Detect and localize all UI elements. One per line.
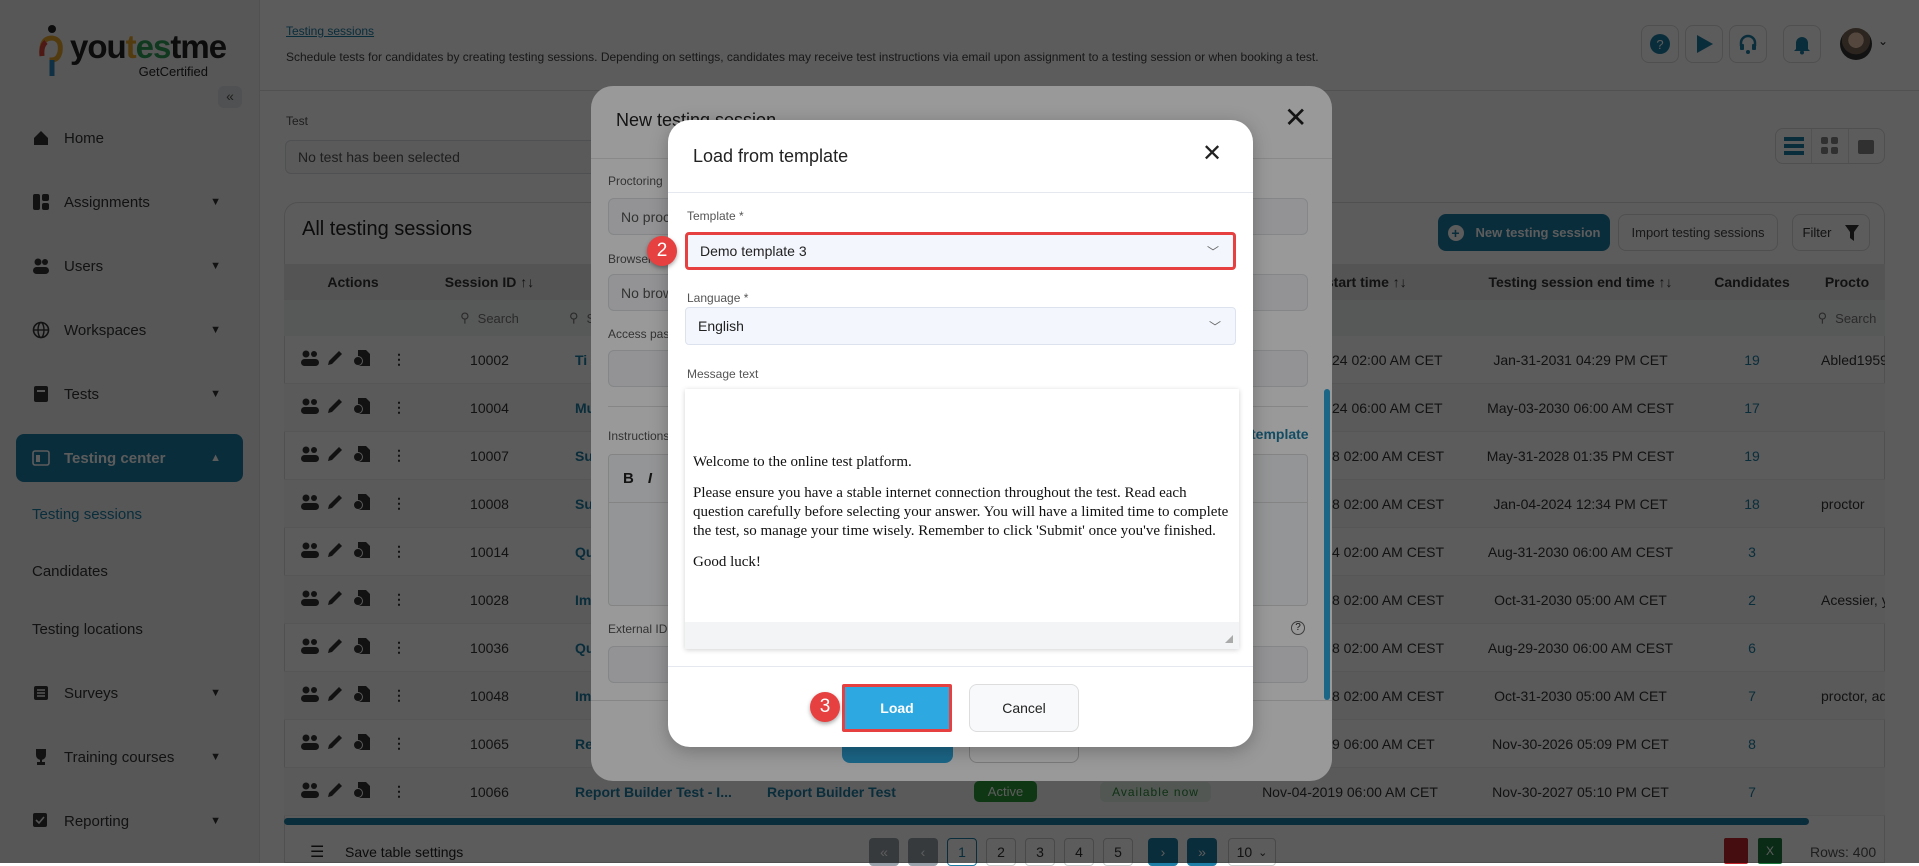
template-select[interactable]: Demo template 3 ﹀ <box>685 232 1236 270</box>
chevron-down-icon: ﹀ <box>1208 319 1221 334</box>
step-badge-2: 2 <box>647 236 677 266</box>
language-select[interactable]: English ﹀ <box>685 307 1236 345</box>
template-label: Template * <box>687 209 744 223</box>
resize-handle-icon[interactable] <box>1225 635 1233 643</box>
load-button[interactable]: Load <box>842 684 952 732</box>
load-from-template-modal: Load from template ✕ Template * Demo tem… <box>668 120 1253 747</box>
message-text-editor[interactable]: Welcome to the online test platform. Plea… <box>685 389 1239 649</box>
message-paragraph: Please ensure you have a stable internet… <box>693 485 1229 539</box>
message-paragraph: Good luck! <box>693 554 761 570</box>
chevron-down-icon: ﹀ <box>1206 244 1219 259</box>
message-text-label: Message text <box>687 367 759 381</box>
close-icon[interactable]: ✕ <box>1202 142 1222 166</box>
step-badge-3: 3 <box>810 692 840 722</box>
language-label: Language * <box>687 291 749 305</box>
cancel-button[interactable]: Cancel <box>969 684 1079 732</box>
modal-title: Load from template <box>693 146 849 166</box>
message-paragraph: Welcome to the online test platform. <box>693 454 912 470</box>
